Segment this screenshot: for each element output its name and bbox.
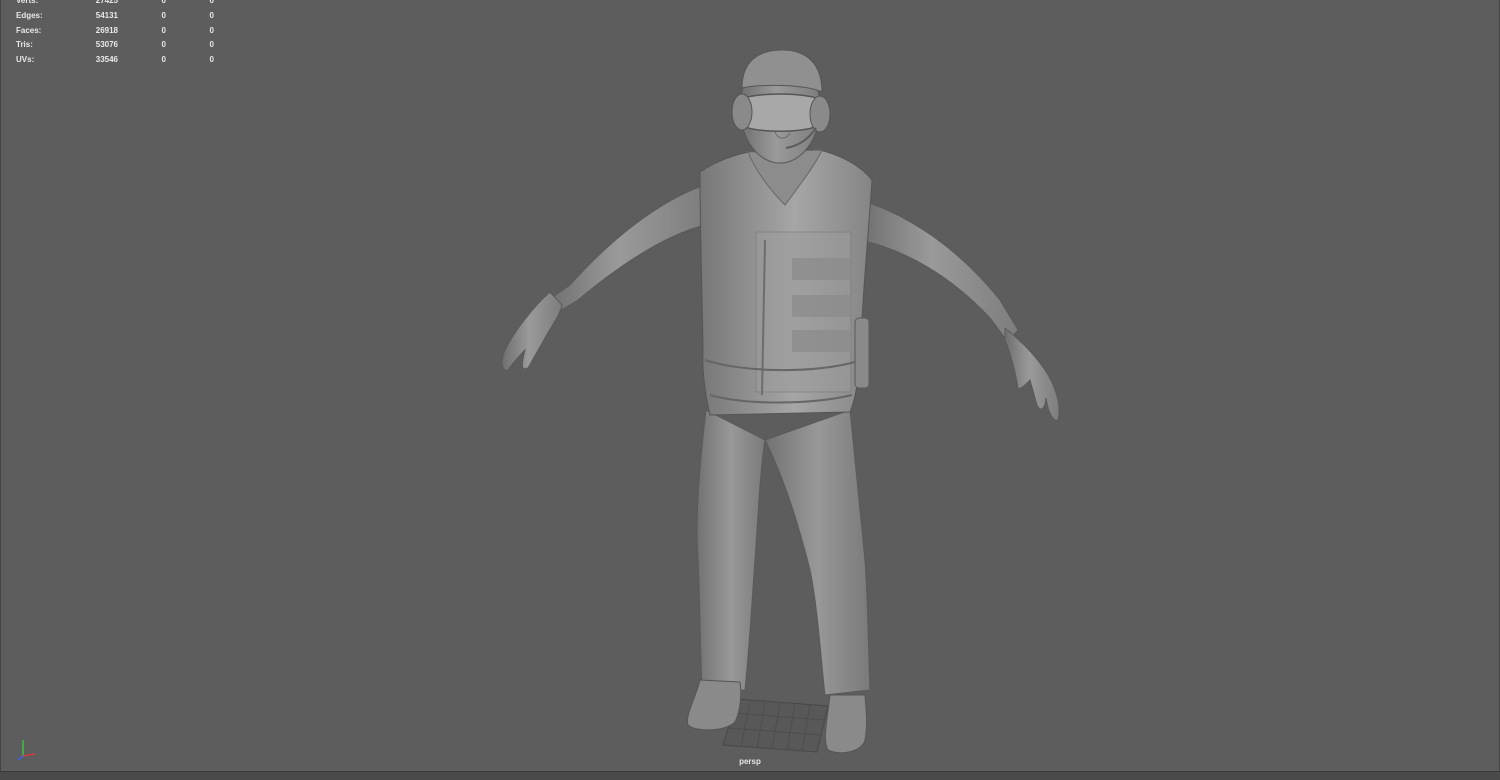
x-axis-icon	[22, 753, 36, 757]
character-model[interactable]	[0, 0, 1500, 779]
perspective-viewport[interactable]: Verts: 27425 0 0 Edges: 54131 0 0 Faces:…	[0, 0, 1500, 779]
camera-name-label: persp	[739, 757, 761, 766]
